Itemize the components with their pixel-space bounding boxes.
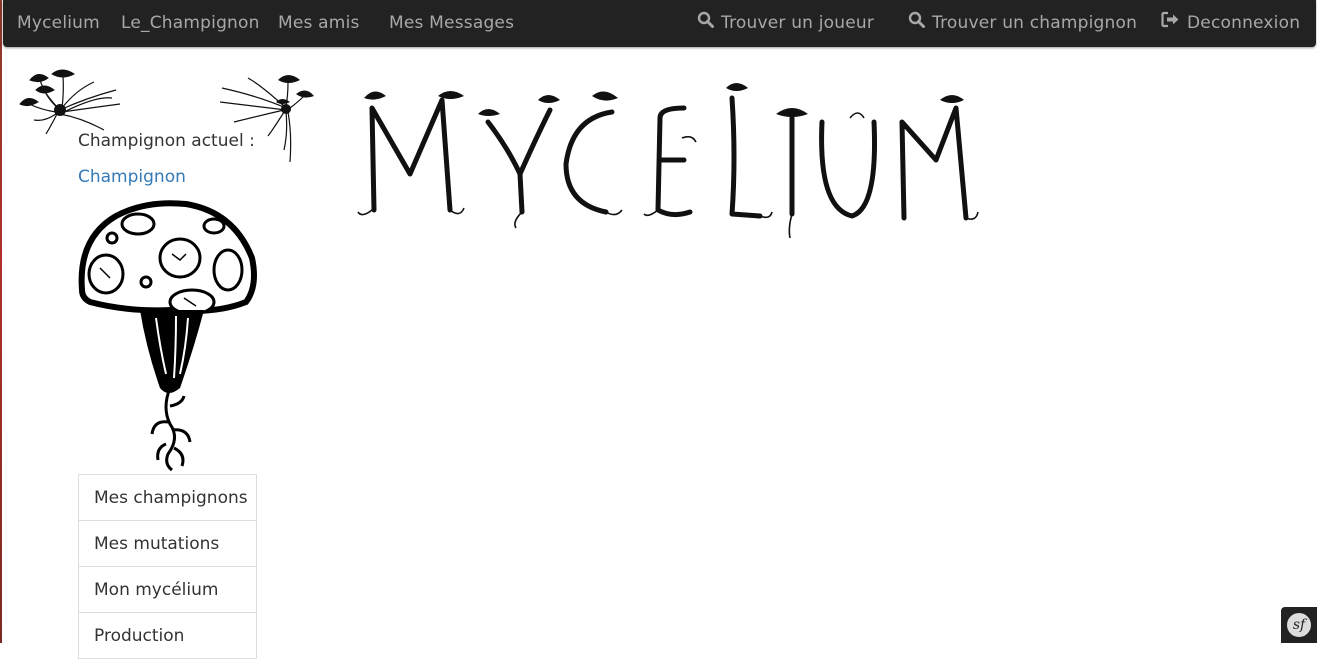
nav-find-mushroom-link[interactable]: Trouver un champignon — [908, 0, 1137, 47]
menu-item-production[interactable]: Production — [79, 613, 256, 659]
top-navbar: Mycelium Le_Champignon Mes amis Mes Mess… — [3, 0, 1316, 47]
current-mushroom-label: Champignon actuel : — [78, 131, 255, 151]
mushroom-illustration — [78, 200, 257, 472]
sidebar-menu: Mes champignons Mes mutations Mon mycéli… — [78, 474, 257, 659]
find-mushroom-label: Trouver un champignon — [932, 13, 1138, 33]
nav-find-player-link[interactable]: Trouver un joueur — [697, 0, 874, 47]
nav-brand-link[interactable]: Mycelium — [17, 0, 100, 47]
window-edge — [0, 0, 2, 643]
nav-le-champignon-link[interactable]: Le_Champignon — [121, 0, 260, 47]
sign-out-icon — [1161, 0, 1180, 47]
mushroom-cluster-decoration-left — [19, 69, 121, 135]
find-player-label: Trouver un joueur — [721, 13, 875, 33]
nav-mes-amis-link[interactable]: Mes amis — [278, 0, 360, 47]
mycelium-logo — [357, 83, 979, 239]
current-mushroom-link[interactable]: Champignon — [78, 167, 186, 187]
search-icon — [908, 0, 925, 47]
symfony-toolbar-toggle[interactable]: sf — [1281, 607, 1317, 643]
mushroom-cluster-decoration-right — [219, 75, 314, 163]
menu-item-mes-champignons[interactable]: Mes champignons — [79, 475, 256, 521]
nav-mes-messages-link[interactable]: Mes Messages — [389, 0, 514, 47]
nav-logout-link[interactable]: Deconnexion — [1161, 0, 1300, 47]
search-icon — [697, 0, 714, 47]
menu-item-mon-mycelium[interactable]: Mon mycélium — [79, 567, 256, 613]
logout-label: Deconnexion — [1187, 13, 1301, 33]
symfony-logo-icon: sf — [1287, 613, 1311, 637]
menu-item-mes-mutations[interactable]: Mes mutations — [79, 521, 256, 567]
